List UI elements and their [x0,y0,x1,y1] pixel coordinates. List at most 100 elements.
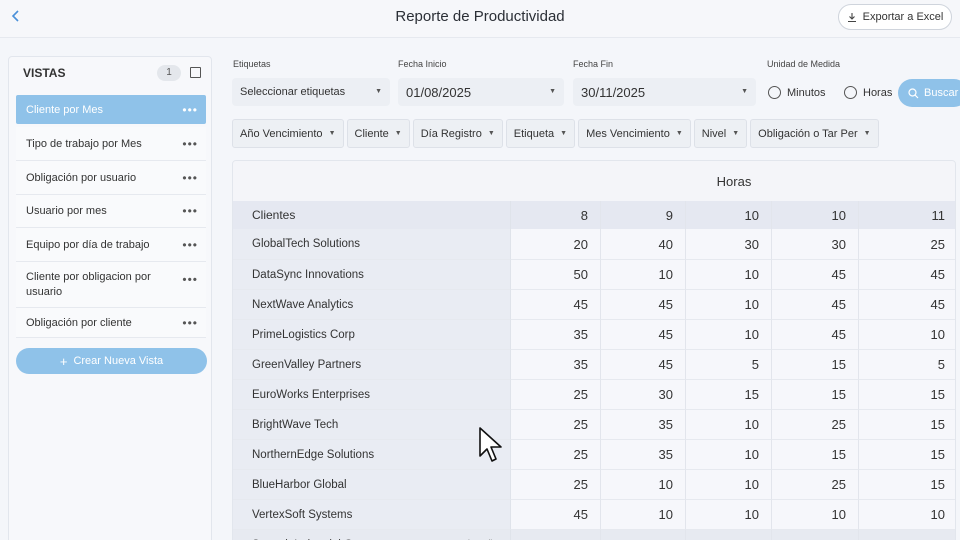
select-all-checkbox[interactable] [190,67,201,78]
end-date-select[interactable]: 30/11/2025 ▼ [573,78,756,106]
client-name: GreenValley Partners [252,358,362,371]
caret-down-icon: ▼ [675,130,683,137]
client-name: EuroWorks Enterprises [252,388,371,401]
view-item-obligacion-por-usuario[interactable]: Obligación por usuario ••• [16,161,206,195]
start-date-select[interactable]: 01/08/2025 ▼ [398,78,564,106]
grouping-chips: Año Vencimiento ▼ Cliente ▼ Día Registro ▼ … [232,119,879,148]
more-options-icon[interactable]: ••• [182,204,198,218]
chip-label: Cliente [354,127,389,140]
client-name: DataSync Innovations [252,268,364,281]
chip-obligacion-tar-per[interactable]: Obligación o Tar Per ▼ [750,119,879,148]
hours-cell: 10 [601,499,686,529]
column-header[interactable]: 10 [772,201,859,229]
views-header: VISTAS 1 [9,57,213,89]
hours-cell: 20 [511,229,601,259]
chip-mes-vencimiento[interactable]: Mes Vencimiento ▼ [578,119,691,148]
caret-down-icon: ▼ [375,88,382,95]
client-name: VertexSoft Systems [252,508,353,521]
hours-cell: 270 [772,529,859,540]
hours-cell: 45 [511,289,601,319]
hours-cell: 10 [686,439,772,469]
hours-cell: 590 [511,529,601,540]
caret-down-icon: ▼ [487,130,495,137]
table-row: NorthernEdge Solutions 25 35 10 15 15 [233,439,955,469]
chip-etiqueta[interactable]: Etiqueta ▼ [505,119,576,148]
more-options-icon[interactable]: ••• [182,137,198,151]
chip-label: Año Vencimiento [240,127,323,140]
client-name-cell: PrimeLogistics Corp [233,319,511,349]
table-row: BlueHarbor Global 25 10 10 25 15 [233,469,955,499]
hours-cell: 25 [772,469,859,499]
chip-dia-registro[interactable]: Día Registro ▼ [412,119,503,148]
column-header[interactable]: 11 [859,201,955,229]
chip-cliente[interactable]: Cliente ▼ [346,119,410,148]
more-options-icon[interactable]: ••• [182,316,198,330]
end-date-value: 30/11/2025 [581,84,646,100]
search-icon [908,87,919,98]
column-header-clients[interactable]: Clientes [233,201,511,229]
more-options-icon[interactable]: ••• [182,171,198,185]
hours-cell: 30 [686,229,772,259]
client-name-cell: Summit Industrial Group(Total) [233,529,511,540]
views-sidebar: VISTAS 1 Cliente por Mes ••• Tipo de tra… [8,56,212,540]
hours-cell: 1470 [859,529,955,540]
more-options-icon[interactable]: ••• [182,238,198,252]
column-header[interactable]: 9 [601,201,686,229]
export-excel-button[interactable]: Exportar a Excel [838,4,952,30]
hours-cell: 45 [859,259,955,289]
unit-hours-radio[interactable]: Horas [844,86,892,99]
client-name-cell: GreenValley Partners [233,349,511,379]
hours-cell: 380 [601,529,686,540]
view-item-obligacion-por-cliente[interactable]: Obligación por cliente ••• [16,308,206,338]
hours-cell: 10 [686,319,772,349]
chip-ano-vencimiento[interactable]: Año Vencimiento ▼ [232,119,344,148]
view-item-usuario-por-mes[interactable]: Usuario por mes ••• [16,195,206,228]
create-view-button[interactable]: + Crear Nueva Vista [16,348,207,374]
hours-cell: 5 [859,349,955,379]
column-header[interactable]: 10 [686,201,772,229]
hours-cell: 45 [772,289,859,319]
hours-cell: 30 [772,229,859,259]
caret-down-icon: ▼ [732,130,740,137]
client-name: BlueHarbor Global [252,478,347,491]
hours-cell: 15 [772,439,859,469]
hours-cell: 25 [511,439,601,469]
hours-cell: 35 [511,319,601,349]
chip-nivel[interactable]: Nivel ▼ [693,119,748,148]
client-name-cell: VertexSoft Systems [233,499,511,529]
create-view-label: Crear Nueva Vista [73,355,164,367]
search-button[interactable]: Buscar [898,79,960,107]
start-date-label: Fecha Inicio [398,59,447,69]
hours-cell: 10 [686,259,772,289]
table-corner [233,161,511,201]
caret-down-icon: ▼ [328,130,336,137]
hours-cell: 10 [686,409,772,439]
hours-cell: 10 [859,499,955,529]
hours-cell: 45 [511,499,601,529]
tags-select[interactable]: Seleccionar etiquetas ▼ [232,78,390,106]
view-item-equipo-por-dia[interactable]: Equipo por día de trabajo ••• [16,228,206,262]
hours-cell: 10 [686,289,772,319]
start-date-value: 01/08/2025 [406,84,472,100]
views-list: Cliente por Mes ••• Tipo de trabajo por … [16,95,206,338]
view-item-cliente-obligacion-usuario[interactable]: Cliente por obligacion por usuario ••• [16,262,206,308]
chip-label: Nivel [701,127,727,140]
view-item-label: Equipo por día de trabajo [26,238,150,251]
more-options-icon[interactable]: ••• [182,103,198,117]
client-name-cell: DataSync Innovations [233,259,511,289]
more-options-icon[interactable]: ••• [182,273,198,288]
view-item-tipo-trabajo-por-mes[interactable]: Tipo de trabajo por Mes ••• [16,127,206,161]
view-item-cliente-por-mes[interactable]: Cliente por Mes ••• [16,95,206,124]
view-item-label: Cliente por Mes [26,103,104,116]
unit-minutes-radio[interactable]: Minutos [768,86,826,99]
search-label: Buscar [924,87,959,99]
hours-cell: 15 [859,379,955,409]
views-count-badge: 1 [157,65,181,81]
hours-cell: 45 [772,259,859,289]
view-item-label: Obligación por usuario [26,171,137,184]
client-name-cell: BrightWave Tech [233,409,511,439]
client-name-cell: NorthernEdge Solutions [233,439,511,469]
caret-down-icon: ▼ [549,88,556,95]
view-item-label: Usuario por mes [26,205,107,217]
column-header[interactable]: 8 [511,201,601,229]
